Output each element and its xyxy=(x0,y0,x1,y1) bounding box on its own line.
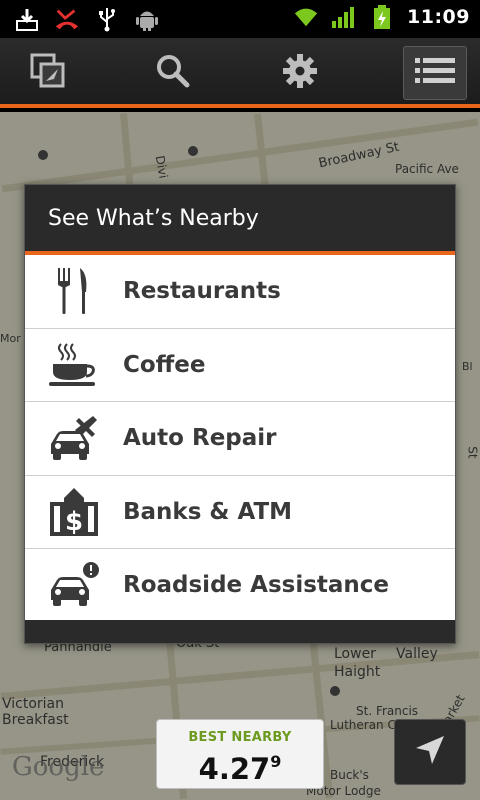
nearby-item-label: Roadside Assistance xyxy=(123,572,390,599)
search-icon xyxy=(155,53,191,93)
signal-icon xyxy=(331,4,357,30)
svg-text:$: $ xyxy=(65,507,83,536)
map-toggle-button[interactable] xyxy=(16,46,80,100)
usb-icon xyxy=(94,6,120,32)
list-menu-button[interactable] xyxy=(403,46,467,100)
nearby-category-list: Restaurants Coffee Auto Repair $ Banks &… xyxy=(25,255,455,623)
missed-call-icon xyxy=(54,6,80,32)
fork-knife-icon xyxy=(25,255,123,328)
best-nearby-price-fraction: 9 xyxy=(270,752,282,771)
action-bar xyxy=(0,38,480,108)
navigation-arrow-icon xyxy=(414,734,446,770)
gear-icon xyxy=(282,53,318,93)
status-clock: 11:09 xyxy=(407,6,470,28)
dialog-footer xyxy=(25,620,455,643)
nearby-item-restaurants[interactable]: Restaurants xyxy=(25,255,455,329)
coffee-cup-icon xyxy=(25,329,123,402)
battery-charging-icon xyxy=(369,4,395,30)
status-bar: 11:09 xyxy=(0,0,480,38)
nearby-item-roadside-assistance[interactable]: Roadside Assistance xyxy=(25,549,455,623)
download-icon xyxy=(14,6,40,32)
dialog-title: See What’s Nearby xyxy=(25,185,455,255)
settings-button[interactable] xyxy=(268,46,332,100)
android-debug-icon xyxy=(134,6,160,32)
best-nearby-price: 4.279 xyxy=(157,745,323,786)
nearby-item-label: Auto Repair xyxy=(123,425,277,452)
best-nearby-price-main: 4.27 xyxy=(198,752,271,786)
list-menu-icon xyxy=(415,56,455,90)
nearby-item-label: Restaurants xyxy=(123,278,281,305)
nearby-item-label: Coffee xyxy=(123,351,206,378)
best-nearby-title: BEST NEARBY xyxy=(188,730,292,745)
car-alert-icon xyxy=(25,549,123,622)
nearby-dialog: See What’s Nearby Restaurants Coffee Aut… xyxy=(24,184,456,644)
locate-me-button[interactable] xyxy=(394,719,466,785)
map-toggle-icon xyxy=(30,53,66,93)
wifi-icon xyxy=(293,4,319,30)
car-wrench-icon xyxy=(25,402,123,475)
nearby-item-coffee[interactable]: Coffee xyxy=(25,328,455,402)
google-logo: Google xyxy=(12,752,105,782)
best-nearby-widget[interactable]: BEST NEARBY 4.279 xyxy=(156,719,324,789)
bank-dollar-icon: $ xyxy=(25,476,123,549)
search-button[interactable] xyxy=(141,46,205,100)
nearby-item-banks-atm[interactable]: $ Banks & ATM xyxy=(25,475,455,549)
nearby-item-auto-repair[interactable]: Auto Repair xyxy=(25,402,455,476)
nearby-item-label: Banks & ATM xyxy=(123,498,293,525)
